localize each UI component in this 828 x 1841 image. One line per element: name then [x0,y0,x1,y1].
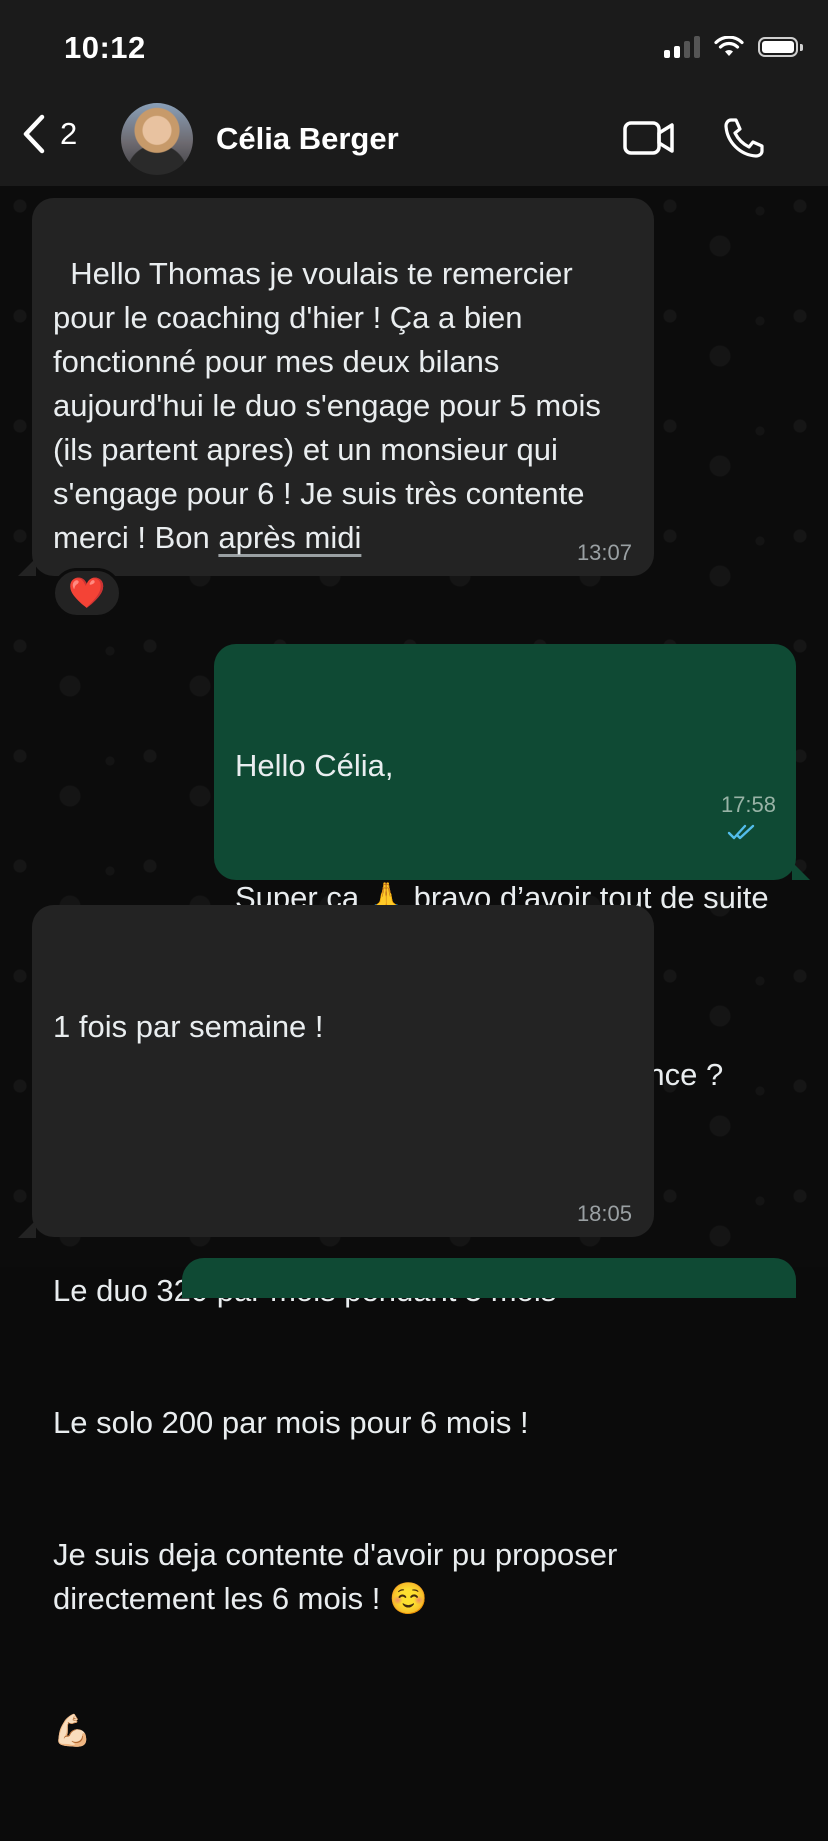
message-link-text[interactable]: après midi [218,520,361,555]
message-bubble-outgoing[interactable]: Hello Célia, Super ça 🙏 bravo d’avoir to… [214,644,796,1092]
message-line: Le solo 200 par mois pour 6 mois ! [53,1405,529,1440]
reaction-badge[interactable]: ❤️ [52,568,122,618]
message-time: 13:07 [576,540,632,565]
flexed-biceps-emoji: 💪🏻 [53,1713,92,1748]
message-meta: 17:58 [696,766,776,870]
heart-reaction: ❤️ [68,576,106,610]
battery-icon [758,37,803,57]
phone-icon[interactable] [722,116,766,160]
message-bubble-incoming[interactable]: 1 fois par semaine ! Le duo 320 par mois… [32,905,654,1748]
chat-header: 10:12 2 Célia Berger [0,0,828,186]
back-button[interactable]: 2 [22,114,77,154]
cellular-signal-icon [664,36,700,58]
status-bar-time: 10:12 [64,30,146,65]
message-line: Je suis deja contente d'avoir pu propose… [53,1537,626,1616]
message-bubble-incoming[interactable]: Hello Thomas je voulais te remercier pou… [32,198,654,576]
contact-avatar[interactable] [121,103,193,175]
chevron-left-icon [23,114,45,154]
message-bubble-outgoing-partial[interactable] [182,1258,796,1298]
message-time: 18:05 [576,1201,632,1226]
double-check-icon [727,824,755,840]
message-line: 1 fois par semaine ! [53,1009,324,1044]
wifi-icon [714,36,744,56]
unread-count: 2 [60,116,78,151]
video-camera-icon[interactable] [622,118,676,158]
status-bar-icons [664,36,803,58]
contact-name[interactable]: Célia Berger [216,121,399,157]
message-text: Hello Thomas je voulais te remercier pou… [53,256,610,555]
message-time: 17:58 [720,792,776,817]
